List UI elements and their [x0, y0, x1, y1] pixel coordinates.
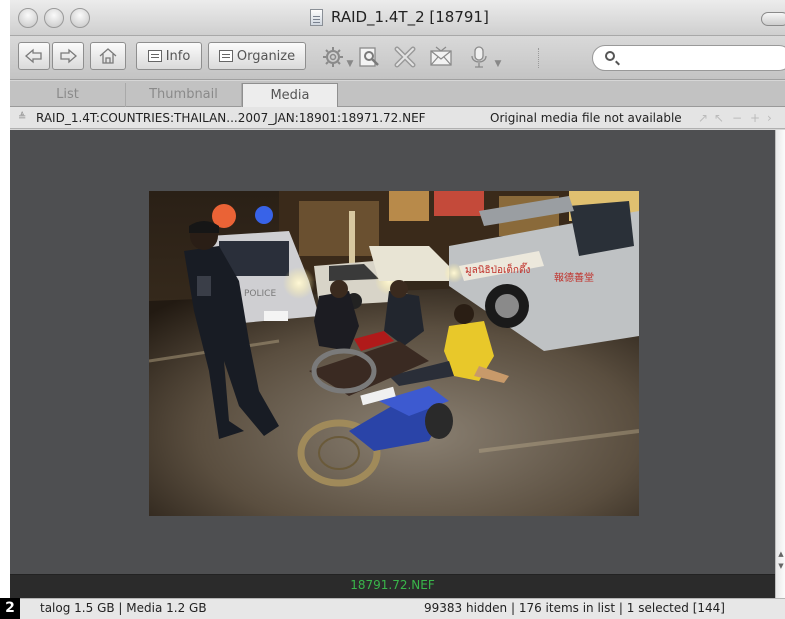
step-badge: 2	[0, 598, 20, 619]
gear-menu-arrow-icon[interactable]: ▼	[346, 52, 354, 76]
microphone-menu-arrow-icon[interactable]: ▼	[494, 52, 502, 76]
filename-bar: 18791.72.NEF	[10, 574, 775, 598]
zoom-in-icon[interactable]: +	[750, 107, 760, 129]
back-button[interactable]	[18, 42, 50, 70]
scroll-down-arrow-icon[interactable]: ▼	[777, 562, 785, 570]
info-icon	[147, 50, 162, 62]
media-filename: 18791.72.NEF	[350, 578, 435, 592]
preview-icon[interactable]	[356, 45, 382, 69]
tab-list[interactable]: List	[10, 83, 126, 107]
organize-label: Organize	[236, 48, 296, 64]
disk-icon: ≜	[18, 112, 27, 123]
forward-button[interactable]	[52, 42, 84, 70]
app-window: RAID_1.4T_2 [18791] Info Organize ▼ ▼ Li…	[10, 0, 785, 619]
media-status: Original media file not available	[490, 111, 682, 125]
toolbar-separator	[538, 48, 540, 68]
search-icon	[605, 51, 615, 61]
tab-media[interactable]: Media	[242, 83, 338, 108]
info-label: Info	[165, 48, 191, 64]
close-window-button[interactable]	[18, 8, 38, 28]
catalog-size-info: talog 1.5 GB | Media 1.2 GB	[40, 601, 207, 615]
truck-door-sign: มูลนิธิป่อเต็กตึ๊ง	[465, 262, 530, 276]
home-button[interactable]	[90, 42, 126, 70]
catalog-document-icon	[310, 8, 323, 26]
email-icon[interactable]	[428, 45, 454, 69]
media-viewer: POLICE มูลนิธิป่อเต็กตึ๊ง 報德善堂	[10, 130, 775, 574]
organize-button[interactable]: Organize	[208, 42, 306, 70]
truck-chinese-sign: 報德善堂	[554, 271, 594, 284]
scroll-up-arrow-icon[interactable]: ▲	[777, 550, 785, 558]
gear-icon[interactable]	[320, 45, 346, 69]
microphone-icon[interactable]	[466, 45, 492, 69]
home-icon	[99, 48, 117, 64]
toolbar: Info Organize ▼ ▼	[10, 36, 785, 80]
title-bar: RAID_1.4T_2 [18791]	[10, 0, 785, 36]
media-photo[interactable]: POLICE มูลนิธิป่อเต็กตึ๊ง 報德善堂	[149, 191, 639, 516]
forward-arrow-icon	[60, 48, 77, 64]
info-button[interactable]: Info	[136, 42, 202, 70]
expand-icon[interactable]: ↗	[698, 107, 708, 129]
path-bar: ≜ RAID_1.4T:COUNTRIES:THAILAN...2007_JAN…	[10, 107, 785, 129]
viewer-scrollbar[interactable]: ▲ ▼	[775, 130, 785, 598]
accident-scene-image: POLICE มูลนิธิป่อเต็กตึ๊ง 報德善堂	[149, 191, 639, 516]
organize-icon	[218, 50, 233, 62]
delete-icon[interactable]	[392, 45, 418, 69]
window-title: RAID_1.4T_2 [18791]	[331, 8, 489, 26]
view-tabs: List Thumbnail Media	[10, 81, 785, 108]
next-icon[interactable]: ›	[767, 107, 772, 129]
tab-thumbnail[interactable]: Thumbnail	[126, 83, 242, 107]
toolbar-toggle-button[interactable]	[761, 12, 785, 26]
zoom-out-icon[interactable]: −	[732, 107, 742, 129]
media-file-path: RAID_1.4T:COUNTRIES:THAILAN...2007_JAN:1…	[36, 111, 426, 125]
van-sign: POLICE	[244, 289, 276, 299]
back-arrow-icon	[25, 48, 42, 64]
item-counts: 99383 hidden | 176 items in list | 1 sel…	[424, 601, 725, 615]
window-title-group: RAID_1.4T_2 [18791]	[310, 8, 489, 26]
zoom-window-button[interactable]	[70, 8, 90, 28]
search-field[interactable]	[592, 45, 785, 71]
collapse-icon[interactable]: ↖	[714, 107, 724, 129]
minimize-window-button[interactable]	[44, 8, 64, 28]
status-bar: talog 1.5 GB | Media 1.2 GB 99383 hidden…	[10, 598, 785, 619]
